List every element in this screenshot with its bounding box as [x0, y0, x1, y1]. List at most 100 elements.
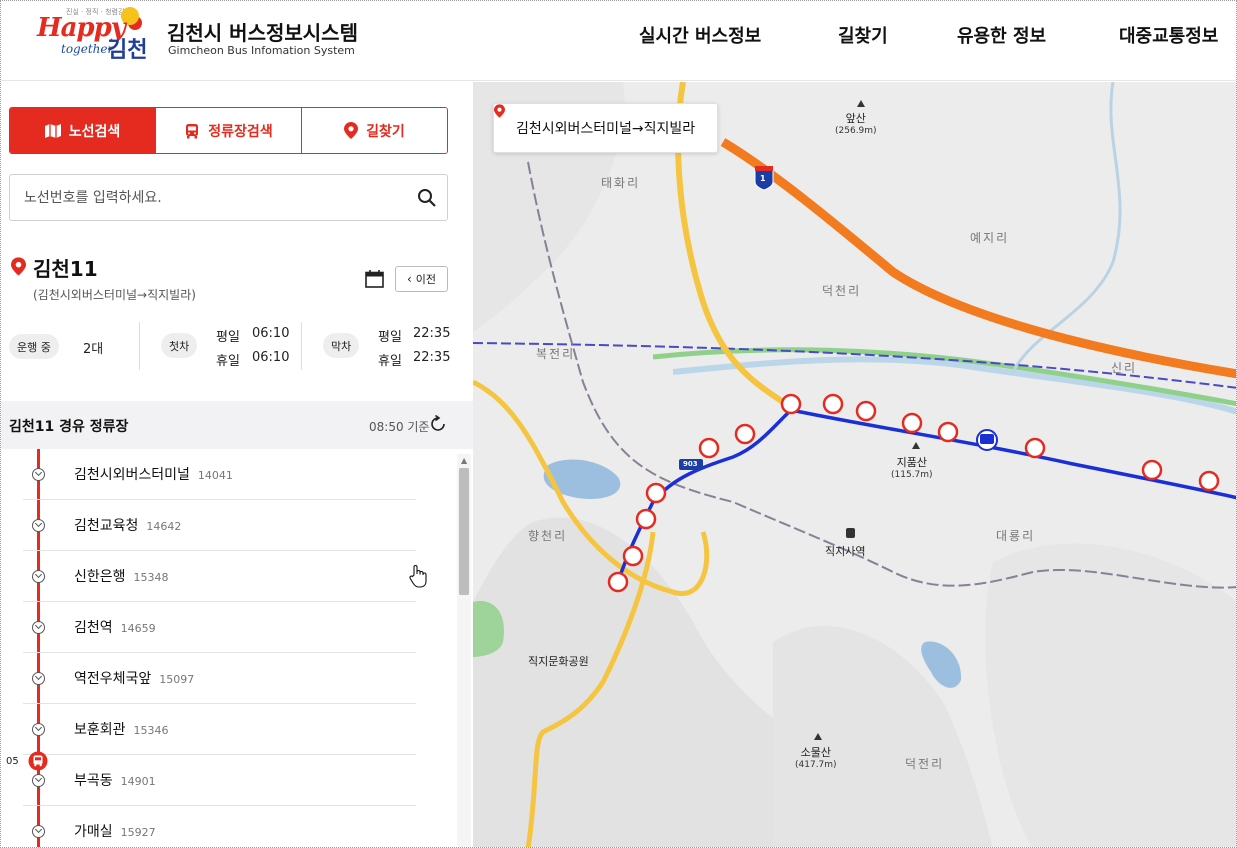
stop-code: 14041 — [197, 469, 233, 482]
stop-name: 김천역 — [74, 620, 113, 636]
stop-name: 김천시외버스터미널 — [74, 467, 190, 483]
stop-name: 역전우체국앞 — [74, 671, 152, 687]
stops-title: 김천11 경유 정류장 — [9, 419, 129, 435]
list-item[interactable]: 부곡동 14901 — [23, 755, 416, 806]
place-label: 신리 — [1111, 361, 1138, 375]
live-bus-icon[interactable] — [976, 429, 998, 451]
highway-shield-label: 1 — [760, 174, 766, 183]
road-shield-label: 903 — [683, 460, 698, 468]
search-tabs: 노선검색 정류장검색 길찾기 — [9, 107, 448, 154]
tab-directions[interactable]: 길찾기 — [301, 108, 447, 153]
site-logo[interactable]: 진실 · 정직 · 청렴김천 Happy together 김천 — [31, 7, 159, 63]
route-number-input[interactable] — [24, 175, 404, 220]
route-name: 김천11 — [33, 257, 98, 281]
peak-marker-icon — [857, 100, 865, 107]
place-label: 덕천리 — [822, 284, 862, 298]
terrain-area — [985, 543, 1236, 847]
pin-icon — [344, 122, 359, 139]
peak-label: 소물산 (417.7m) — [795, 744, 837, 770]
stop-code: 15927 — [120, 826, 156, 839]
search-panel: 노선검색 정류장검색 길찾기 김천11 (김천시외버스터미널→직지빌라) ‹ 이… — [1, 82, 473, 847]
place-label: 예지리 — [970, 231, 1010, 245]
stop-name: 신한은행 — [74, 569, 126, 585]
chevron-down-icon — [32, 825, 45, 838]
terrain-area — [773, 625, 993, 847]
chevron-left-icon: ‹ — [406, 272, 412, 286]
list-item[interactable]: 김천시외버스터미널 14041 — [23, 449, 416, 500]
last-holiday-time: 22:35 — [413, 350, 451, 365]
peak-name: 앞산 — [845, 112, 866, 125]
scrollbar-thumb[interactable] — [459, 468, 469, 595]
route-map[interactable]: 김천시외버스터미널→직지빌라 1 903 태화리 예지리 덕천리 복전리 신리 … — [473, 82, 1236, 847]
bus-marker-icon[interactable] — [28, 751, 48, 771]
logo-city-text: 김천 — [107, 38, 148, 63]
calendar-icon[interactable] — [365, 270, 384, 288]
divider — [301, 322, 302, 370]
place-label: 태화리 — [601, 176, 641, 190]
reservoir — [543, 459, 621, 500]
refresh-icon[interactable] — [429, 415, 447, 433]
search-icon[interactable] — [417, 188, 437, 208]
nav-route-finder[interactable]: 길찾기 — [838, 22, 888, 48]
first-weekday-label: 평일 — [216, 330, 240, 345]
first-holiday-label: 휴일 — [216, 354, 240, 369]
list-item[interactable]: 김천역 14659 — [23, 602, 416, 653]
list-item[interactable]: 역전우체국앞 15097 — [23, 653, 416, 704]
chevron-down-icon — [32, 672, 45, 685]
place-label: 복전리 — [536, 347, 576, 361]
list-item[interactable]: 신한은행 15348 — [23, 551, 416, 602]
place-label: 대룡리 — [996, 529, 1036, 543]
train-station-icon — [846, 528, 855, 538]
bus-marker-label: 05 — [6, 756, 19, 767]
peak-height: (417.7m) — [795, 760, 837, 770]
pin-icon — [494, 104, 505, 118]
first-holiday-time: 06:10 — [252, 350, 290, 365]
place-label: 덕전리 — [905, 757, 945, 771]
last-holiday-label: 휴일 — [378, 354, 402, 369]
peak-label: 지품산 (115.7m) — [891, 454, 933, 480]
nav-useful-info[interactable]: 유용한 정보 — [957, 22, 1046, 48]
peak-name: 지품산 — [896, 456, 927, 469]
tab-route-search-label: 노선검색 — [68, 123, 121, 140]
stop-code: 14642 — [146, 520, 182, 533]
vehicle-count: 2대 — [83, 342, 104, 357]
bus-icon — [186, 123, 199, 138]
nav-realtime-bus[interactable]: 실시간 버스정보 — [639, 22, 761, 48]
list-item[interactable]: 김천교육청 14642 — [23, 500, 416, 551]
status-badge: 운행 중 — [9, 334, 59, 359]
chevron-down-icon — [32, 570, 45, 583]
peak-name: 소물산 — [800, 746, 831, 759]
peak-marker-icon — [912, 442, 920, 449]
route-direction: (김천시외버스터미널→직지빌라) — [33, 288, 196, 302]
station-label: 직지사역 — [825, 545, 866, 558]
stop-name: 보훈회관 — [74, 722, 126, 738]
map-canvas — [473, 82, 1236, 847]
hand-cursor-icon — [409, 565, 427, 588]
last-weekday-label: 평일 — [378, 330, 402, 345]
map-icon — [44, 123, 61, 138]
site-header: 진실 · 정직 · 청렴김천 Happy together 김천 김천시 버스정… — [1, 1, 1236, 81]
park-label: 직지문화공원 — [528, 655, 589, 668]
nav-public-transit[interactable]: 대중교통정보 — [1119, 22, 1218, 48]
stop-name: 가매실 — [74, 824, 113, 840]
list-item[interactable]: 보훈회관 15346 — [23, 704, 416, 755]
route-search-box — [9, 174, 448, 221]
stop-list: 김천시외버스터미널 14041 김천교육청 14642 신한은행 15348 김천역 1… — [1, 449, 457, 847]
chevron-down-icon — [32, 621, 45, 634]
peak-height: (256.9m) — [835, 126, 877, 136]
site-subtitle: Gimcheon Bus Infomation System — [168, 44, 355, 57]
last-bus-badge: 막차 — [323, 333, 360, 358]
list-item[interactable]: 가매실 15927 — [23, 806, 416, 847]
scroll-up-icon[interactable]: ▲ — [461, 456, 467, 465]
tab-stop-search-label: 정류장검색 — [208, 123, 273, 140]
tab-route-search[interactable]: 노선검색 — [10, 108, 155, 153]
route-pin-icon — [11, 257, 26, 276]
map-route-label: 김천시외버스터미널→직지빌라 — [493, 103, 719, 153]
place-label: 향천리 — [528, 529, 568, 543]
first-bus-badge: 첫차 — [161, 333, 198, 358]
peak-label: 앞산 (256.9m) — [835, 110, 877, 136]
prev-button-label: 이전 — [415, 273, 437, 286]
prev-button[interactable]: ‹ 이전 — [395, 266, 448, 292]
last-weekday-time: 22:35 — [413, 326, 451, 341]
tab-stop-search[interactable]: 정류장검색 — [155, 108, 301, 153]
